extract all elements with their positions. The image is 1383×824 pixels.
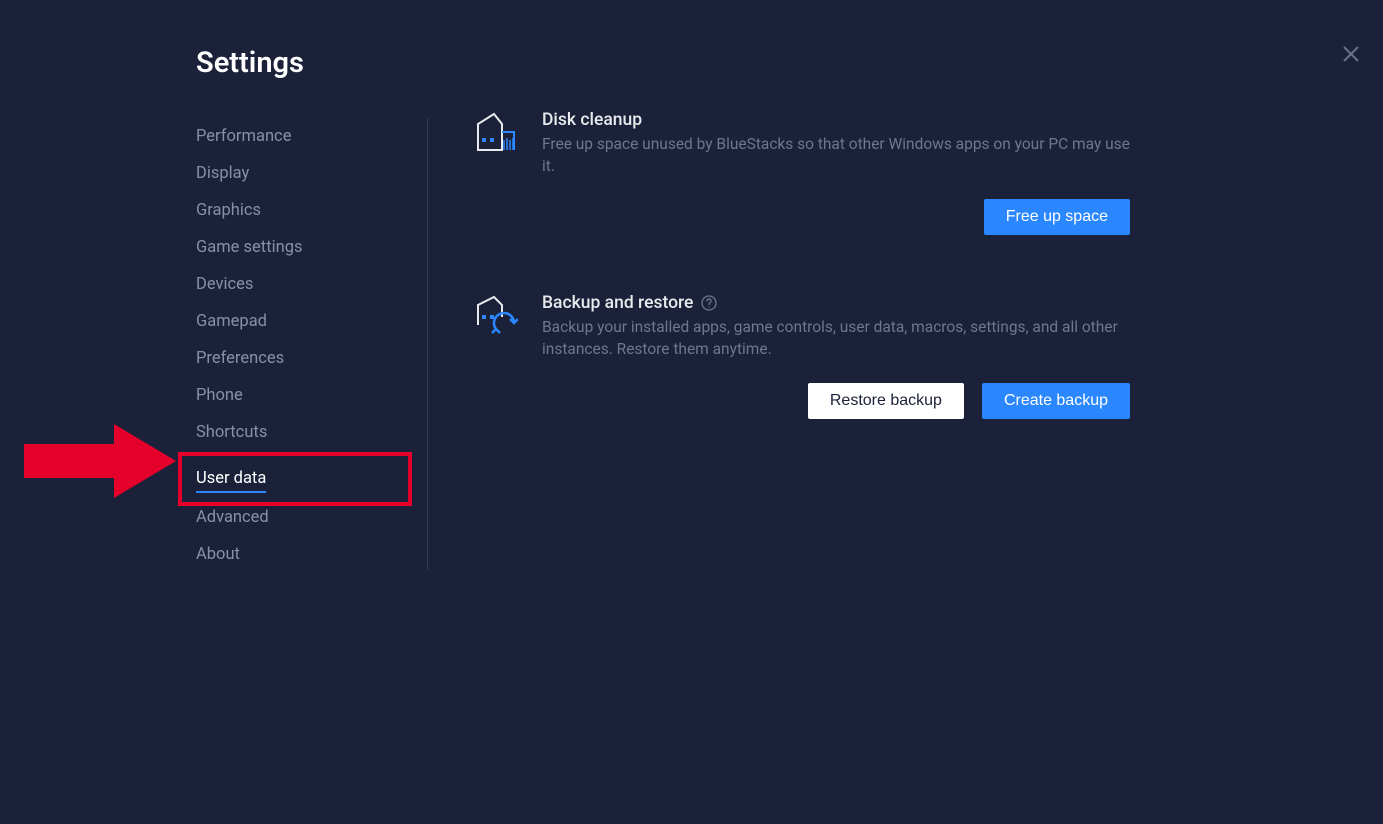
backup-restore-description: Backup your installed apps, game control… — [542, 317, 1130, 360]
backup-restore-section: Backup and restore Backup your installed… — [470, 293, 1130, 360]
restore-backup-button[interactable]: Restore backup — [808, 383, 964, 419]
create-backup-button[interactable]: Create backup — [982, 383, 1130, 419]
sidebar-item-advanced[interactable]: Advanced — [196, 499, 416, 536]
page-title: Settings — [196, 46, 304, 80]
disk-cleanup-section: Disk cleanup Free up space unused by Blu… — [470, 110, 1130, 177]
sidebar-item-user-data[interactable]: User data — [196, 460, 266, 493]
disk-cleanup-title: Disk cleanup — [542, 110, 642, 130]
sidebar-item-phone[interactable]: Phone — [196, 377, 416, 414]
sidebar-item-preferences[interactable]: Preferences — [196, 340, 416, 377]
content-panel: Disk cleanup Free up space unused by Blu… — [470, 110, 1130, 477]
close-button[interactable] — [1339, 42, 1363, 66]
backup-restore-title: Backup and restore — [542, 293, 693, 313]
free-up-space-button[interactable]: Free up space — [984, 199, 1130, 235]
disk-cleanup-icon — [470, 110, 518, 158]
disk-cleanup-description: Free up space unused by BlueStacks so th… — [542, 134, 1130, 177]
sidebar-item-about[interactable]: About — [196, 536, 416, 573]
sidebar-item-shortcuts[interactable]: Shortcuts — [196, 414, 416, 451]
annotation-arrow — [24, 424, 176, 498]
sidebar-item-game-settings[interactable]: Game settings — [196, 229, 416, 266]
sidebar-item-graphics[interactable]: Graphics — [196, 192, 416, 229]
help-icon[interactable] — [701, 295, 717, 311]
vertical-divider — [427, 118, 428, 570]
sidebar: Performance Display Graphics Game settin… — [196, 118, 416, 573]
sidebar-item-display[interactable]: Display — [196, 155, 416, 192]
sidebar-item-performance[interactable]: Performance — [196, 118, 416, 155]
sidebar-item-gamepad[interactable]: Gamepad — [196, 303, 416, 340]
backup-restore-icon — [470, 293, 518, 341]
sidebar-item-devices[interactable]: Devices — [196, 266, 416, 303]
